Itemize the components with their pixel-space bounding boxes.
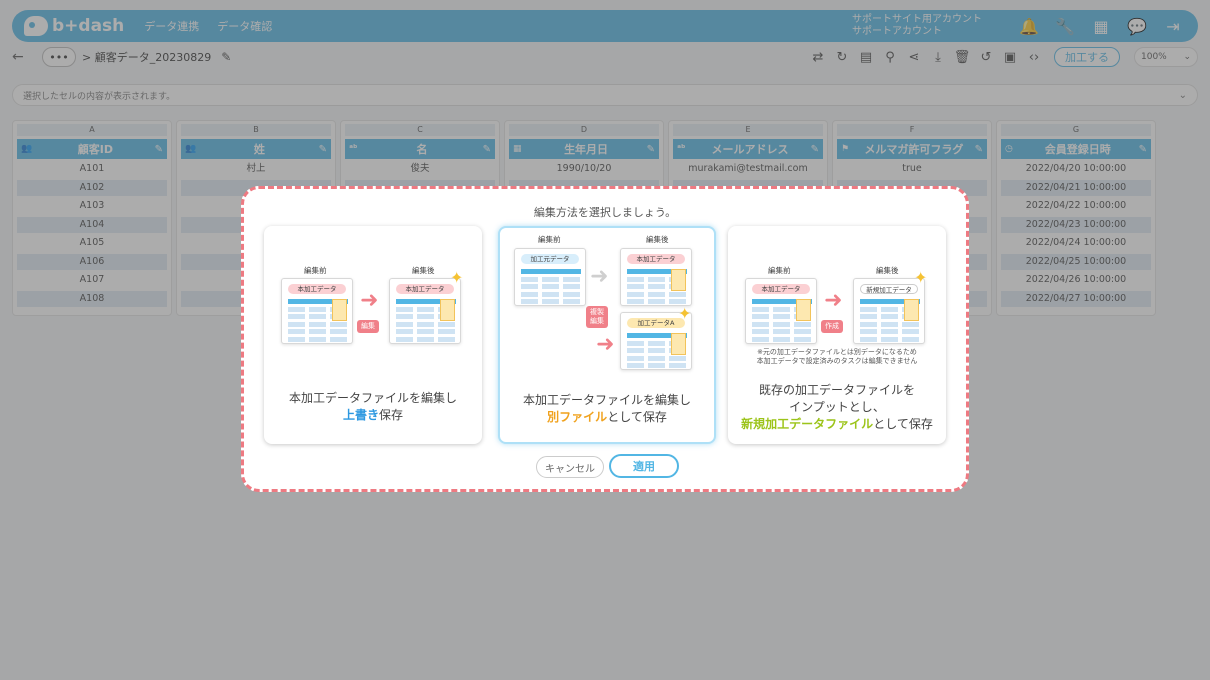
modal-title: 編集方法を選択しましょう。: [533, 206, 677, 219]
edit-method-modal: 編集方法を選択しましょう。 編集前 編集後 本加工データ ➜ 編集 本加工データ…: [241, 186, 969, 492]
create-pill: 作成: [821, 320, 843, 333]
label-after: 編集後: [874, 266, 900, 278]
label-after: 編集後: [410, 266, 436, 278]
arrow-right-icon: ➜: [360, 288, 379, 313]
doc-before: 本加工データ: [281, 278, 353, 344]
arrow-right-icon: ➜: [596, 332, 615, 357]
label-before: 編集前: [766, 266, 792, 278]
option-overwrite[interactable]: 編集前 編集後 本加工データ ➜ 編集 本加工データ ✦ 本加工データファイルを…: [264, 226, 482, 444]
arrow-right-icon: ➜: [824, 288, 843, 313]
doc-tag: 本加工データ: [752, 284, 810, 294]
arrow-right-icon: ➜: [590, 264, 609, 289]
duplicate-edit-pill: 複製 編集: [586, 306, 608, 328]
doc-tag: 加工データA: [627, 318, 685, 328]
option-description: 本加工データファイルを編集し 上書き保存: [288, 391, 457, 422]
doc-tag: 加工元データ: [521, 254, 579, 264]
edit-pill: 編集: [357, 320, 379, 333]
apply-button[interactable]: 適用: [609, 454, 679, 478]
label-before: 編集前: [302, 266, 328, 278]
sparkle-icon: ✦: [450, 268, 464, 287]
doc-after: 本加工データ: [389, 278, 461, 344]
option-description: 本加工データファイルを編集し 別ファイルとして保存: [522, 393, 691, 424]
doc-tag: 本加工データ: [627, 254, 685, 264]
cancel-button[interactable]: キャンセル: [536, 456, 604, 478]
option-note: ※元の加工データファイルとは別データになるため 本加工データで設定済みのタスクは…: [756, 348, 918, 365]
option-new-file[interactable]: 編集前 編集後 本加工データ ➜ 作成 新規加工データ ✦ ※元の加工データファ…: [728, 226, 946, 444]
sparkle-icon: ✦: [678, 304, 692, 323]
doc-source: 加工元データ: [514, 248, 586, 306]
label-after: 編集後: [644, 235, 670, 247]
sparkle-icon: ✦: [914, 268, 928, 287]
doc-main: 本加工データ: [620, 248, 692, 306]
doc-new: 新規加工データ: [853, 278, 925, 344]
label-before: 編集前: [536, 235, 562, 247]
doc-tag: 新規加工データ: [860, 284, 918, 294]
option-save-as-other[interactable]: 編集前 編集後 加工元データ ➜ 本加工データ 複製 編集 ➜ 加工データA ✦ …: [498, 226, 716, 444]
doc-tag: 本加工データ: [288, 284, 346, 294]
option-description: 既存の加工データファイルを インプットとし、 新規加工データファイルとして保存: [741, 383, 933, 431]
doc-tag: 本加工データ: [396, 284, 454, 294]
doc-before: 本加工データ: [745, 278, 817, 344]
